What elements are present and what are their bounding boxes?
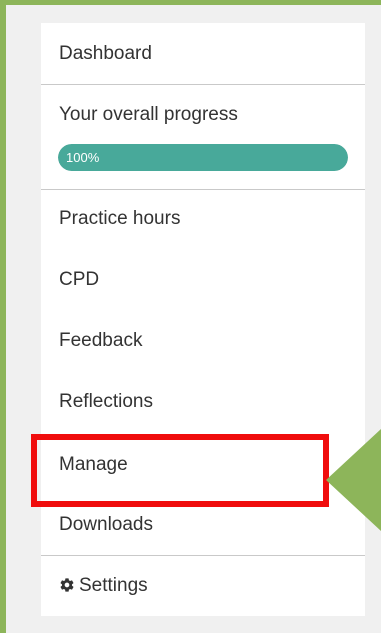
sidebar-item-label: CPD: [59, 269, 100, 290]
sidebar-item-practice-hours[interactable]: Practice hours: [41, 207, 365, 231]
sidebar-frame: Dashboard Your overall progress 100% Pra…: [0, 0, 381, 633]
sidebar-item-label: Reflections: [59, 391, 153, 412]
divider: [41, 555, 365, 556]
progress-fill: [58, 144, 348, 171]
sidebar-item-label: Settings: [79, 575, 148, 596]
sidebar-item-dashboard[interactable]: Dashboard: [41, 42, 365, 66]
sidebar-menu: Dashboard Your overall progress 100% Pra…: [41, 23, 365, 616]
highlight-box: [31, 434, 329, 507]
overall-progress-bar: 100%: [58, 144, 348, 171]
sidebar-item-cpd[interactable]: CPD: [41, 268, 365, 292]
progress-percent: 100%: [66, 150, 100, 165]
divider: [41, 84, 365, 85]
sidebar-item-downloads[interactable]: Downloads: [41, 513, 365, 537]
progress-label-text: Your overall progress: [59, 104, 238, 125]
sidebar-item-reflections[interactable]: Reflections: [41, 390, 365, 414]
sidebar-item-settings[interactable]: Settings: [41, 574, 365, 598]
sidebar-item-label: Downloads: [59, 514, 153, 535]
gear-icon: [60, 578, 74, 592]
sidebar-item-label: Feedback: [59, 330, 143, 351]
sidebar-item-feedback[interactable]: Feedback: [41, 329, 365, 353]
overall-progress-label: Your overall progress: [41, 103, 365, 127]
sidebar-item-label: Practice hours: [59, 208, 181, 229]
divider: [41, 189, 365, 190]
arrow-left-icon: [326, 429, 381, 531]
sidebar-item-label: Dashboard: [59, 43, 152, 64]
